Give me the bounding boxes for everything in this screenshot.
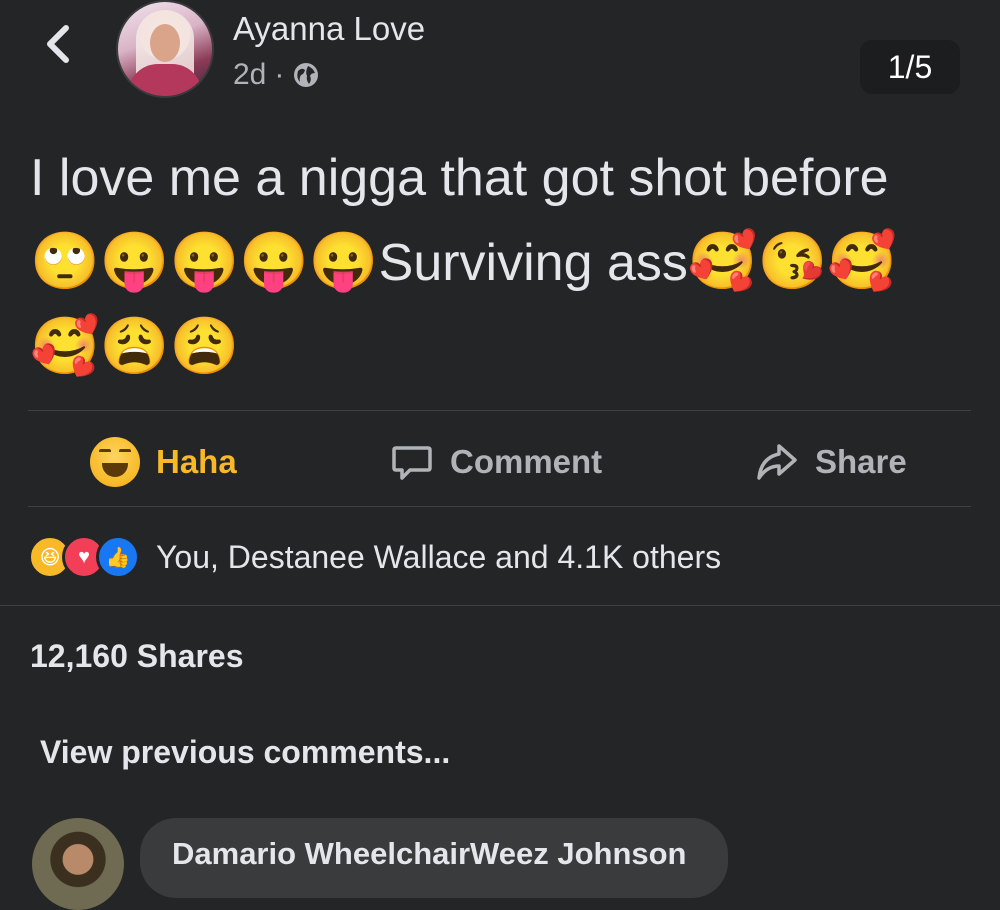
thumbs-up-icon: 👍 — [96, 535, 140, 579]
view-previous-comments-link[interactable]: View previous comments... — [40, 734, 450, 771]
reaction-icons: 😆 ♥ 👍 — [28, 535, 140, 579]
post-text: I love me a nigga that got shot before 🙄… — [30, 136, 980, 390]
emoji-group-3: 🥰😩😩 — [30, 314, 240, 379]
post-time[interactable]: 2d — [233, 58, 266, 92]
comment-bubble-icon — [392, 446, 432, 480]
page-counter: 1/5 — [860, 40, 960, 94]
comment-label: Comment — [450, 443, 603, 480]
reactions-text: You, Destanee Wallace and 4.1K others — [156, 538, 722, 575]
comment-button[interactable]: Comment — [390, 436, 602, 488]
haha-reaction-button[interactable]: Haha — [90, 436, 237, 488]
divider-actions — [28, 506, 971, 507]
post-text-line2: Surviving ass — [378, 234, 688, 292]
emoji-group-1: 🙄😛😛😛😛 — [30, 229, 379, 294]
back-button[interactable] — [38, 22, 78, 66]
haha-label: Haha — [156, 443, 237, 480]
emoji-group-2: 🥰😘🥰 — [687, 229, 898, 294]
author-name[interactable]: Ayanna Love — [233, 10, 425, 48]
share-arrow-icon — [757, 444, 797, 480]
post-meta: 2d · — [233, 58, 320, 92]
meta-separator: · — [274, 58, 285, 91]
author-avatar[interactable] — [116, 0, 214, 98]
share-button[interactable]: Share — [755, 436, 907, 488]
haha-emoji-icon — [90, 437, 140, 487]
commenter-name[interactable]: Damario WheelchairWeez Johnson — [172, 836, 687, 872]
chevron-left-icon — [47, 25, 69, 63]
commenter-avatar[interactable] — [32, 818, 124, 910]
shares-count[interactable]: 12,160 Shares — [30, 638, 244, 675]
globe-icon — [294, 63, 319, 87]
reactions-summary[interactable]: 😆 ♥ 👍 You, Destanee Wallace and 4.1K oth… — [28, 535, 721, 579]
divider-full — [0, 605, 1000, 606]
share-label: Share — [815, 443, 907, 480]
divider-top — [28, 410, 971, 411]
post-text-line1: I love me a nigga that got shot before — [30, 149, 889, 207]
